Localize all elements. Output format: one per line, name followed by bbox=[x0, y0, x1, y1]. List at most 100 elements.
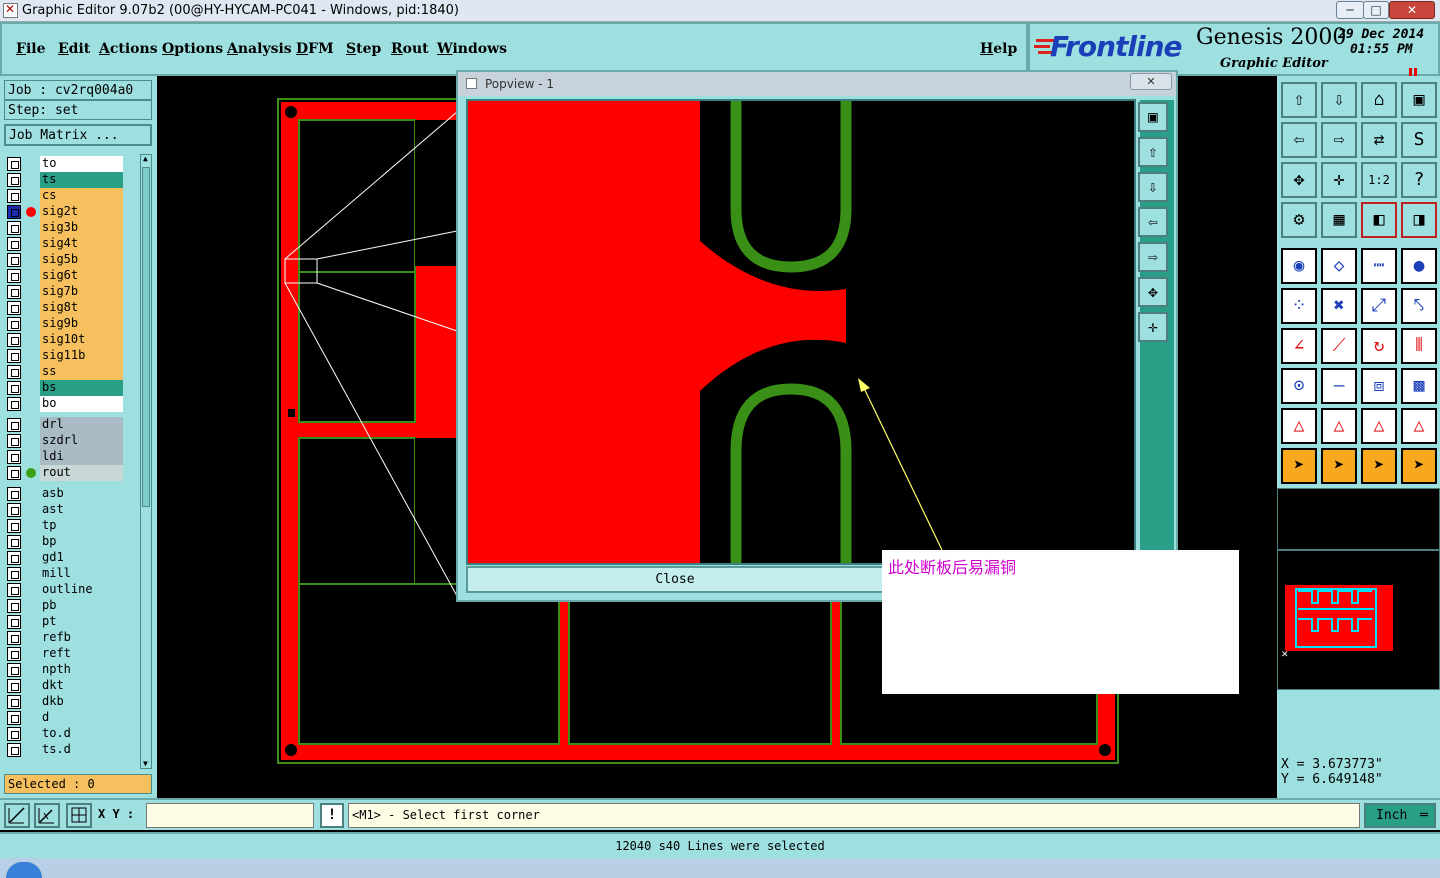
layer-row-sig4t[interactable]: sig4t bbox=[7, 236, 123, 252]
layer-colors-alt-icon[interactable]: ◨ bbox=[1401, 202, 1437, 238]
cut-line-icon[interactable]: — bbox=[1321, 368, 1357, 404]
layer-row-npth[interactable]: npth bbox=[7, 662, 123, 678]
layer-name[interactable]: bs bbox=[40, 380, 123, 396]
layer-checkbox[interactable] bbox=[7, 551, 21, 565]
layer-checkbox[interactable] bbox=[7, 221, 21, 235]
popview-pan-right-icon[interactable]: ⇨ bbox=[1138, 242, 1168, 272]
snap-point-icon[interactable]: ⊙ bbox=[1281, 368, 1317, 404]
layer-name[interactable]: pt bbox=[40, 614, 123, 630]
layer-name[interactable]: sig5b bbox=[40, 252, 123, 268]
layer-checkbox[interactable] bbox=[7, 349, 21, 363]
feature-split-icon[interactable]: ⫴ bbox=[1401, 328, 1437, 364]
layer-row-drl[interactable]: drl bbox=[7, 417, 123, 433]
layer-name[interactable]: reft bbox=[40, 646, 123, 662]
layer-name[interactable]: refb bbox=[40, 630, 123, 646]
layer-row-asb[interactable]: asb bbox=[7, 486, 123, 502]
layer-checkbox[interactable] bbox=[7, 679, 21, 693]
polygon-c-icon[interactable]: △ bbox=[1361, 408, 1397, 444]
layer-row-refb[interactable]: refb bbox=[7, 630, 123, 646]
layer-row-mill[interactable]: mill bbox=[7, 566, 123, 582]
layer-name[interactable]: bo bbox=[40, 396, 123, 412]
layer-row-sig11b[interactable]: sig11b bbox=[7, 348, 123, 364]
layer-checkbox[interactable] bbox=[7, 365, 21, 379]
layer-name[interactable]: sig6t bbox=[40, 268, 123, 284]
layer-list-scrollbar[interactable]: ▲ ▼ bbox=[140, 154, 152, 769]
popview-viewport[interactable] bbox=[466, 99, 1136, 565]
add-line-icon[interactable]: ⤢ bbox=[1361, 288, 1397, 324]
layer-checkbox[interactable] bbox=[7, 434, 21, 448]
overview-map[interactable]: ✕ bbox=[1277, 550, 1440, 690]
layer-row-cs[interactable]: cs bbox=[7, 188, 123, 204]
zoom-fit-icon[interactable]: ✥ bbox=[1281, 162, 1317, 198]
layer-checkbox[interactable] bbox=[7, 647, 21, 661]
zoom-window-icon[interactable]: ▣ bbox=[1401, 82, 1437, 118]
layer-row-ts[interactable]: ts bbox=[7, 172, 123, 188]
layer-name[interactable]: sig7b bbox=[40, 284, 123, 300]
layer-name[interactable]: asb bbox=[40, 486, 123, 502]
grid-icon[interactable]: ▦ bbox=[1321, 202, 1357, 238]
add-arc-icon[interactable]: ⤣ bbox=[1401, 288, 1437, 324]
layer-checkbox[interactable] bbox=[7, 615, 21, 629]
layer-row-dkb[interactable]: dkb bbox=[7, 694, 123, 710]
line-edit-icon[interactable]: ⟋ bbox=[1321, 328, 1357, 364]
ruler-icon[interactable]: ┉ bbox=[1361, 248, 1397, 284]
layer-row-ldi[interactable]: ldi bbox=[7, 449, 123, 465]
layer-name[interactable]: tp bbox=[40, 518, 123, 534]
menu-help[interactable]: Help bbox=[980, 41, 1017, 57]
layer-row-bo[interactable]: bo bbox=[7, 396, 123, 412]
resize-icon[interactable]: ⧈ bbox=[1361, 368, 1397, 404]
popview-move-up-icon[interactable]: ⇧ bbox=[1138, 137, 1168, 167]
layer-checkbox[interactable] bbox=[7, 695, 21, 709]
layer-checkbox[interactable] bbox=[7, 237, 21, 251]
layer-name[interactable]: ss bbox=[40, 364, 123, 380]
layer-name[interactable]: sig2t bbox=[40, 204, 123, 220]
measure-tool-icon[interactable]: ⚙ bbox=[1281, 202, 1317, 238]
layer-checkbox[interactable] bbox=[7, 301, 21, 315]
popview-close-button[interactable]: Close bbox=[466, 566, 884, 593]
layer-checkbox[interactable] bbox=[7, 743, 21, 757]
layer-name[interactable]: bp bbox=[40, 534, 123, 550]
menu-actions[interactable]: Actions bbox=[99, 41, 158, 57]
layer-row-rout[interactable]: rout bbox=[7, 465, 123, 481]
job-matrix-button[interactable]: Job Matrix ... bbox=[4, 124, 152, 146]
menu-analysis[interactable]: Analysis bbox=[227, 41, 292, 57]
help-icon[interactable]: ? bbox=[1401, 162, 1437, 198]
popview-zoom-center-icon[interactable]: ✛ bbox=[1138, 312, 1168, 342]
layer-checkbox[interactable] bbox=[7, 567, 21, 581]
layer-name[interactable]: d bbox=[40, 710, 123, 726]
layer-checkbox[interactable] bbox=[7, 711, 21, 725]
layer-checkbox[interactable] bbox=[7, 205, 21, 219]
layer-name[interactable]: sig3b bbox=[40, 220, 123, 236]
layer-checkbox[interactable] bbox=[7, 253, 21, 267]
angle-edit-icon[interactable]: ∠ bbox=[1281, 328, 1317, 364]
layer-color-icon[interactable]: ◧ bbox=[1361, 202, 1397, 238]
layer-name[interactable]: mill bbox=[40, 566, 123, 582]
polygon-a-icon[interactable]: △ bbox=[1281, 408, 1317, 444]
layer-name[interactable]: sig4t bbox=[40, 236, 123, 252]
layer-name[interactable]: gd1 bbox=[40, 550, 123, 566]
layer-row-sig9b[interactable]: sig9b bbox=[7, 316, 123, 332]
layer-checkbox[interactable] bbox=[7, 535, 21, 549]
menu-rout[interactable]: Rout bbox=[391, 41, 429, 57]
layer-row-to[interactable]: to bbox=[7, 156, 123, 172]
layer-name[interactable]: ts bbox=[40, 172, 123, 188]
layer-checkbox[interactable] bbox=[7, 418, 21, 432]
pause-icon[interactable] bbox=[1408, 62, 1418, 76]
scrollbar-thumb[interactable] bbox=[142, 167, 150, 507]
home-icon[interactable]: ⌂ bbox=[1361, 82, 1397, 118]
layer-checkbox[interactable] bbox=[7, 189, 21, 203]
layer-row-sig5b[interactable]: sig5b bbox=[7, 252, 123, 268]
pointer-icon[interactable]: ➤ bbox=[1281, 448, 1317, 484]
layer-checkbox[interactable] bbox=[7, 583, 21, 597]
layer-row-bs[interactable]: bs bbox=[7, 380, 123, 396]
layer-name[interactable]: rout bbox=[40, 465, 123, 481]
layer-name[interactable]: drl bbox=[40, 417, 123, 433]
popview-zoom-fit-icon[interactable]: ✥ bbox=[1138, 277, 1168, 307]
layer-checkbox[interactable] bbox=[7, 487, 21, 501]
layer-checkbox[interactable] bbox=[7, 269, 21, 283]
layer-name[interactable]: ldi bbox=[40, 449, 123, 465]
start-orb-icon[interactable] bbox=[6, 862, 42, 878]
layer-row-ast[interactable]: ast bbox=[7, 502, 123, 518]
rotate-icon[interactable]: ↻ bbox=[1361, 328, 1397, 364]
mirror-icon[interactable]: ⇄ bbox=[1361, 122, 1397, 158]
